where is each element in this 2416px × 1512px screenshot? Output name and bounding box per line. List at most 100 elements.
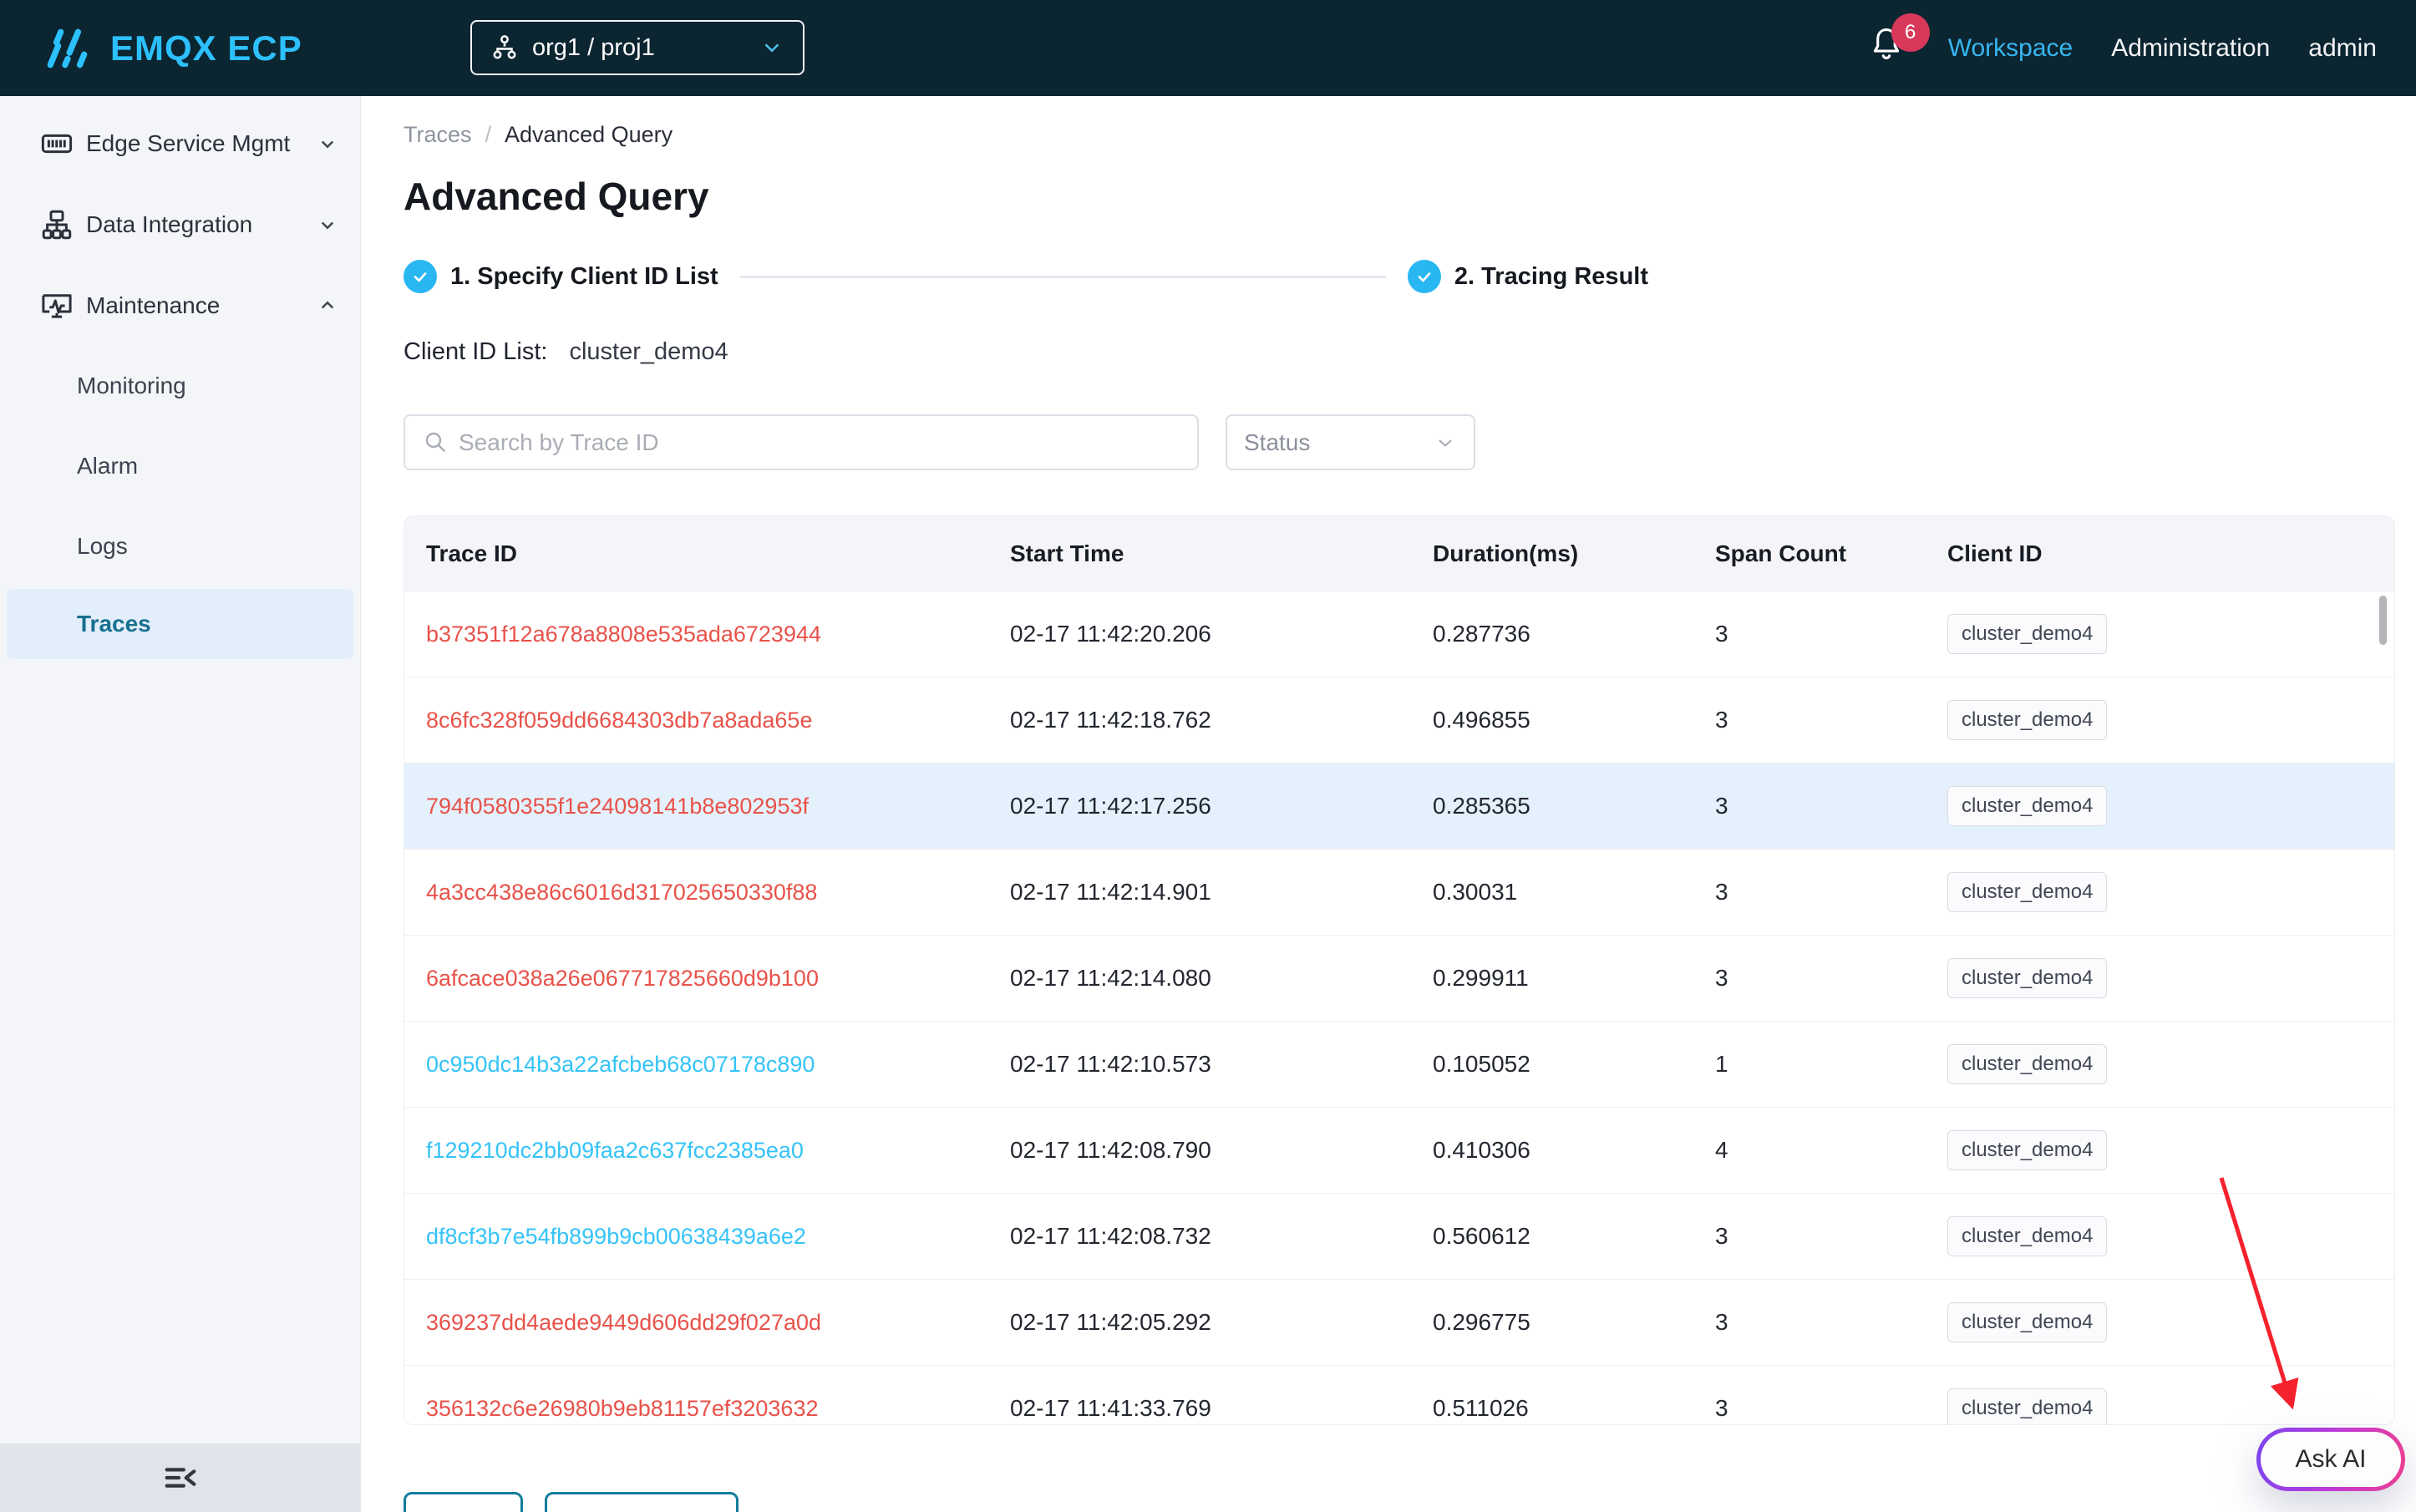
trace-id-cell: b37351f12a678a8808e535ada6723944 [404, 621, 988, 647]
trace-id-cell: 794f0580355f1e24098141b8e802953f [404, 793, 988, 819]
span-count-cell: 3 [1693, 965, 1926, 992]
sidebar-item-traces[interactable]: Traces [7, 589, 353, 659]
start-time-cell: 02-17 11:42:14.080 [988, 965, 1411, 992]
nav-user-admin[interactable]: admin [2308, 34, 2377, 63]
brand-logo-text: EMQX ECP [110, 28, 302, 68]
breadcrumb-current: Advanced Query [505, 122, 673, 148]
sidebar-item-data-integration[interactable]: Data Integration [0, 184, 360, 265]
emqx-logo-icon [43, 24, 92, 73]
span-count-cell: 3 [1693, 1395, 1926, 1422]
trace-id-link[interactable]: df8cf3b7e54fb899b9cb00638439a6e2 [426, 1224, 806, 1249]
table-row[interactable]: 6afcace038a26e067717825660d9b100 02-17 1… [404, 935, 2394, 1021]
brand-logo[interactable]: EMQX ECP [0, 24, 468, 73]
trace-id-cell: 8c6fc328f059dd6684303db7a8ada65e [404, 707, 988, 733]
bottom-button-left[interactable] [404, 1492, 523, 1512]
org-project-value: org1 / proj1 [532, 34, 655, 62]
table-row[interactable]: df8cf3b7e54fb899b9cb00638439a6e2 02-17 1… [404, 1193, 2394, 1279]
chevron-down-icon [1434, 431, 1457, 454]
client-id-list-value: cluster_demo4 [569, 338, 728, 366]
breadcrumb-separator: / [485, 122, 492, 148]
search-input[interactable] [404, 414, 1199, 470]
notification-badge: 6 [1891, 13, 1930, 52]
server-icon [39, 126, 74, 161]
span-count-cell: 3 [1693, 879, 1926, 906]
nav-administration[interactable]: Administration [2111, 34, 2270, 63]
status-select[interactable]: Status [1226, 414, 1475, 470]
trace-search-box [404, 414, 1199, 470]
chevron-down-icon [315, 131, 340, 156]
trace-id-cell: 4a3cc438e86c6016d317025650330f88 [404, 879, 988, 906]
client-id-tag: cluster_demo4 [1947, 1130, 2107, 1170]
sidebar-item-label: Maintenance [86, 292, 220, 319]
table-row[interactable]: 369237dd4aede9449d606dd29f027a0d 02-17 1… [404, 1279, 2394, 1365]
table-row[interactable]: 4a3cc438e86c6016d317025650330f88 02-17 1… [404, 849, 2394, 935]
page-title: Advanced Query [404, 174, 709, 219]
notifications-button[interactable]: 6 [1868, 23, 1910, 74]
table-row[interactable]: 356132c6e26980b9eb81157ef3203632 02-17 1… [404, 1365, 2394, 1425]
duration-cell: 0.496855 [1411, 707, 1693, 733]
traces-table: Trace ID Start Time Duration(ms) Span Co… [404, 515, 2395, 1425]
column-header-span-count: Span Count [1693, 540, 1926, 567]
span-count-cell: 1 [1693, 1051, 1926, 1078]
client-id-tag: cluster_demo4 [1947, 1044, 2107, 1084]
sidebar-item-alarm[interactable]: Alarm [0, 426, 360, 506]
start-time-cell: 02-17 11:42:14.901 [988, 879, 1411, 906]
collapse-menu-icon [161, 1459, 200, 1497]
sidebar-collapse-button[interactable] [0, 1444, 360, 1512]
trace-id-link[interactable]: 0c950dc14b3a22afcbeb68c07178c890 [426, 1052, 815, 1077]
trace-id-link[interactable]: 356132c6e26980b9eb81157ef3203632 [426, 1396, 818, 1421]
client-id-tag: cluster_demo4 [1947, 1216, 2107, 1256]
client-id-list-row: Client ID List: cluster_demo4 [404, 338, 728, 366]
duration-cell: 0.287736 [1411, 621, 1693, 647]
chevron-down-icon [315, 212, 340, 237]
client-id-cell: cluster_demo4 [1926, 1216, 2394, 1256]
sidebar-menu: Edge Service Mgmt Data Integra [0, 96, 360, 659]
duration-cell: 0.299911 [1411, 965, 1693, 992]
trace-id-link[interactable]: b37351f12a678a8808e535ada6723944 [426, 622, 821, 647]
client-id-tag: cluster_demo4 [1947, 872, 2107, 912]
sidebar-item-logs[interactable]: Logs [0, 506, 360, 586]
client-id-cell: cluster_demo4 [1926, 1130, 2394, 1170]
trace-id-link[interactable]: f129210dc2bb09faa2c637fcc2385ea0 [426, 1138, 804, 1163]
table-scrollbar-thumb[interactable] [2379, 596, 2387, 645]
duration-cell: 0.511026 [1411, 1395, 1693, 1422]
client-id-tag: cluster_demo4 [1947, 786, 2107, 826]
sidebar-item-edge-service-mgmt[interactable]: Edge Service Mgmt [0, 103, 360, 184]
monitor-pulse-icon [39, 288, 74, 323]
bottom-button-right[interactable] [545, 1492, 739, 1512]
table-row[interactable]: 794f0580355f1e24098141b8e802953f 02-17 1… [404, 763, 2394, 849]
trace-id-link[interactable]: 6afcace038a26e067717825660d9b100 [426, 966, 819, 991]
search-icon [422, 429, 449, 455]
client-id-cell: cluster_demo4 [1926, 1302, 2394, 1342]
client-id-cell: cluster_demo4 [1926, 700, 2394, 740]
trace-id-link[interactable]: 8c6fc328f059dd6684303db7a8ada65e [426, 708, 812, 733]
start-time-cell: 02-17 11:42:08.790 [988, 1137, 1411, 1164]
duration-cell: 0.105052 [1411, 1051, 1693, 1078]
trace-id-link[interactable]: 4a3cc438e86c6016d317025650330f88 [426, 880, 817, 905]
sidebar: Edge Service Mgmt Data Integra [0, 96, 361, 1512]
ask-ai-button[interactable]: Ask AI [2256, 1428, 2405, 1491]
breadcrumb: Traces / Advanced Query [404, 122, 673, 148]
sidebar-item-label: Data Integration [86, 211, 252, 238]
nav-workspace[interactable]: Workspace [1948, 34, 2073, 63]
client-id-cell: cluster_demo4 [1926, 872, 2394, 912]
header-nav: 6 Workspace Administration admin [1868, 0, 2377, 96]
span-count-cell: 3 [1693, 1309, 1926, 1336]
org-project-selector[interactable]: org1 / proj1 [470, 20, 804, 75]
table-row[interactable]: 8c6fc328f059dd6684303db7a8ada65e 02-17 1… [404, 677, 2394, 763]
sidebar-item-maintenance[interactable]: Maintenance [0, 265, 360, 346]
sidebar-item-monitoring[interactable]: Monitoring [0, 346, 360, 426]
table-row[interactable]: 0c950dc14b3a22afcbeb68c07178c890 02-17 1… [404, 1021, 2394, 1107]
breadcrumb-traces[interactable]: Traces [404, 122, 472, 148]
top-header: EMQX ECP org1 / proj1 [0, 0, 2416, 96]
table-row[interactable]: f129210dc2bb09faa2c637fcc2385ea0 02-17 1… [404, 1107, 2394, 1193]
client-id-cell: cluster_demo4 [1926, 1044, 2394, 1084]
ask-ai-label: Ask AI [2261, 1432, 2401, 1487]
step-1-check-icon [404, 260, 437, 293]
trace-id-link[interactable]: 794f0580355f1e24098141b8e802953f [426, 794, 809, 819]
trace-id-cell: 369237dd4aede9449d606dd29f027a0d [404, 1309, 988, 1336]
duration-cell: 0.30031 [1411, 879, 1693, 906]
trace-id-cell: 356132c6e26980b9eb81157ef3203632 [404, 1395, 988, 1422]
trace-id-link[interactable]: 369237dd4aede9449d606dd29f027a0d [426, 1310, 821, 1335]
table-row[interactable]: b37351f12a678a8808e535ada6723944 02-17 1… [404, 591, 2394, 677]
